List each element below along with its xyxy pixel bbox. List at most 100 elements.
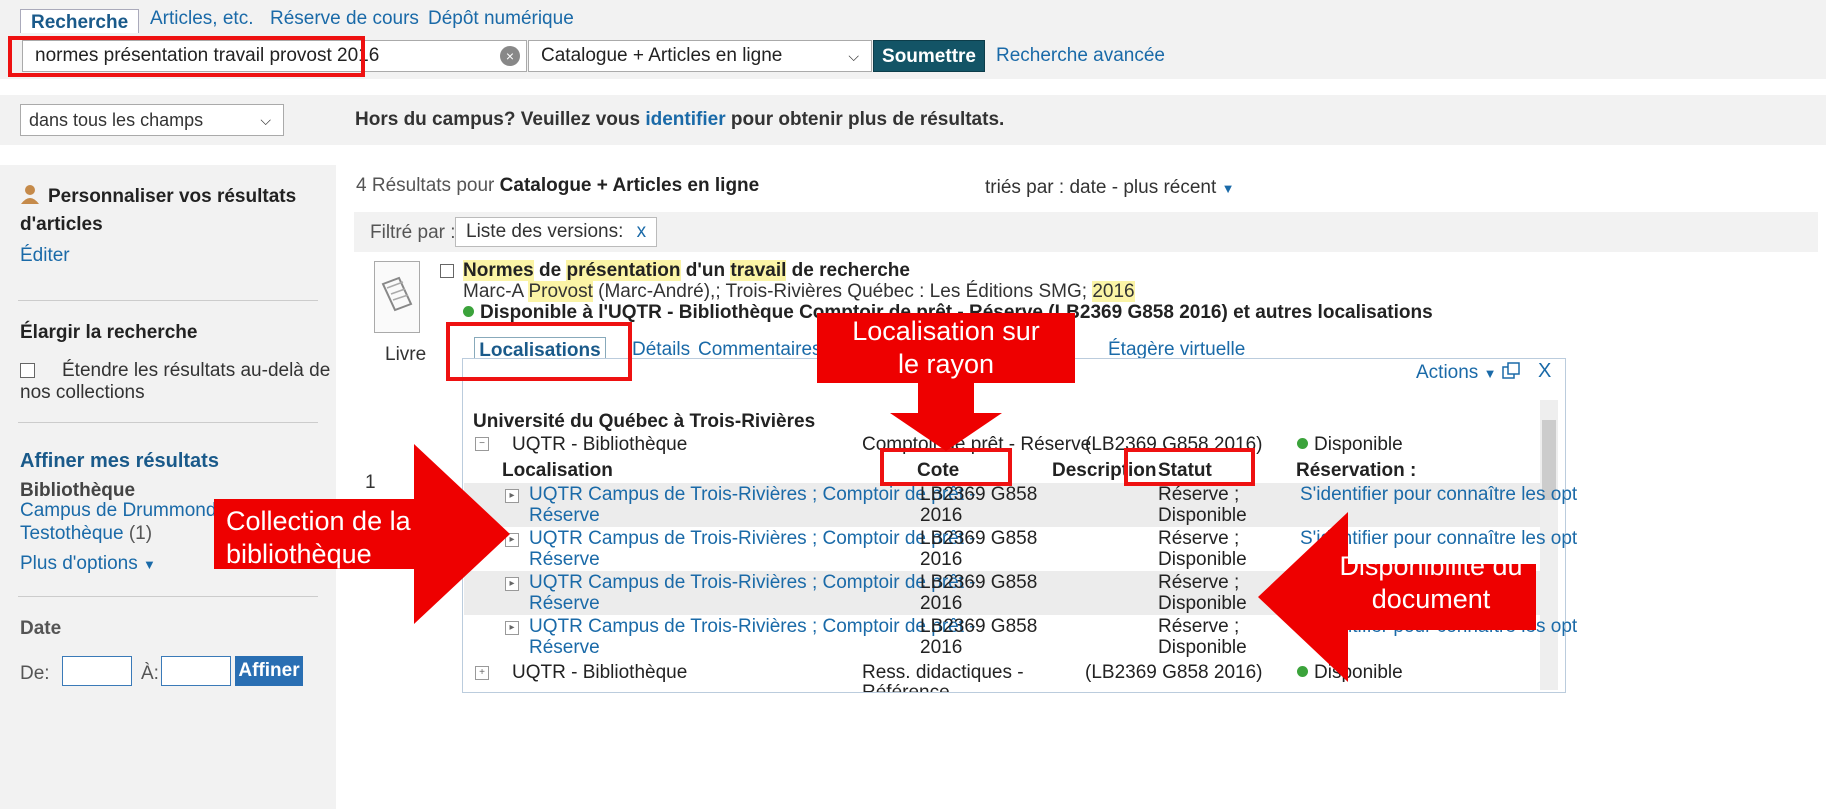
row1-location[interactable]: UQTR Campus de Trois-Rivières ; Comptoir… xyxy=(529,484,976,505)
refine-button[interactable]: Affiner xyxy=(235,656,303,686)
title-part: de recherche xyxy=(786,260,910,281)
result-count-number: 4 xyxy=(356,175,367,196)
date-from-label: De: xyxy=(20,663,50,684)
author-part: Marc-A xyxy=(463,281,529,302)
edit-link[interactable]: Éditer xyxy=(20,245,70,267)
refine-title: Affiner mes résultats xyxy=(20,450,219,472)
result-count-label: Résultats pour xyxy=(366,175,500,196)
submit-button[interactable]: Soumettre xyxy=(873,40,985,72)
actions-menu[interactable]: Actions ▼ xyxy=(1416,362,1496,384)
chevron-down-icon: ▼ xyxy=(142,557,156,572)
row2-cote: LB2369 G858 xyxy=(920,528,1038,549)
group1-status: Disponible xyxy=(1297,434,1403,455)
divider xyxy=(18,422,318,423)
row3-status: Réserve ; xyxy=(1158,572,1240,593)
date-from-input[interactable] xyxy=(62,656,132,686)
group1-status-text: Disponible xyxy=(1314,434,1403,455)
clear-search-icon[interactable]: × xyxy=(500,46,520,66)
actions-label: Actions xyxy=(1416,362,1479,383)
row3-cote: LB2369 G858 xyxy=(920,572,1038,593)
row2-location-2[interactable]: Réserve xyxy=(529,549,600,570)
personalize-title-2: d'articles xyxy=(20,214,103,235)
row4-cote: LB2369 G858 xyxy=(920,616,1038,637)
personalize-title: Personnaliser vos résultats xyxy=(48,186,297,207)
result-title[interactable]: Normes de présentation d'un travail de r… xyxy=(463,260,910,282)
tab-reserve-cours[interactable]: Réserve de cours xyxy=(270,8,419,30)
sort-label: triés par : date - plus récent xyxy=(985,177,1217,198)
row1-location-2[interactable]: Réserve xyxy=(529,505,600,526)
result-checkbox[interactable] xyxy=(440,264,454,278)
scope-select[interactable]: Catalogue + Articles en ligne ⌵ xyxy=(528,40,872,72)
chevron-down-icon: ▼ xyxy=(1483,366,1497,381)
date-to-input[interactable] xyxy=(161,656,231,686)
tab-depot-numerique[interactable]: Dépôt numérique xyxy=(428,8,574,30)
sort-dropdown[interactable]: triés par : date - plus récent ▼ xyxy=(985,177,1234,199)
date-to-label: À: xyxy=(141,663,159,684)
advanced-search-link[interactable]: Recherche avancée xyxy=(996,45,1165,67)
shelf-location-callout: Localisation sur le rayon xyxy=(817,313,1075,383)
group1-library: UQTR - Bibliothèque xyxy=(512,434,688,455)
row1-status: Réserve ; xyxy=(1158,484,1240,505)
facet-count: (1) xyxy=(128,523,153,544)
row3-location-2[interactable]: Réserve xyxy=(529,593,600,614)
row2-cote-2: 2016 xyxy=(920,549,963,570)
filtered-by-label: Filtré par : xyxy=(370,222,456,243)
more-options-link[interactable]: Plus d'options ▼ xyxy=(20,553,156,575)
extend-results-checkbox[interactable] xyxy=(20,363,35,378)
field-scope-select[interactable]: dans tous les champs ⌵ xyxy=(20,104,284,136)
result-author: Marc-A Provost (Marc-André),; Trois-Rivi… xyxy=(463,281,1135,303)
row3-cote-2: 2016 xyxy=(920,593,963,614)
remove-filter-icon[interactable]: x xyxy=(637,221,647,242)
extend-label-2: nos collections xyxy=(20,382,145,403)
chevron-down-icon: ▼ xyxy=(1221,181,1235,196)
callout-text: Localisation sur xyxy=(852,316,1040,346)
header-reservation: Réservation : xyxy=(1296,460,1417,481)
callout-text: Collection de la xyxy=(226,506,411,536)
title-part: de xyxy=(533,260,567,281)
facet-label: Testothèque xyxy=(20,523,124,544)
row3-location[interactable]: UQTR Campus de Trois-Rivières ; Comptoir… xyxy=(529,572,976,593)
extend-label-1: Étendre les résultats au-delà de xyxy=(62,360,331,381)
row1-reservation-link[interactable]: S'identifier pour connaître les opt xyxy=(1300,484,1577,505)
row4-location[interactable]: UQTR Campus de Trois-Rivières ; Comptoir… xyxy=(529,616,976,637)
facet-drummondville[interactable]: Campus de Drummondvi xyxy=(20,500,230,522)
title-part: travail xyxy=(730,260,787,281)
group2-location: Ress. didactiques - xyxy=(862,662,1024,683)
row2-status-2: Disponible xyxy=(1158,549,1247,570)
tab-recherche[interactable]: Recherche xyxy=(20,9,140,35)
tab-articles[interactable]: Articles, etc. xyxy=(150,8,253,30)
popout-icon[interactable] xyxy=(1502,362,1520,380)
row3-status-2: Disponible xyxy=(1158,593,1247,614)
field-scope-value: dans tous les champs xyxy=(29,110,204,130)
localisations-highlight-box xyxy=(446,322,632,381)
broaden-title: Élargir la recherche xyxy=(20,322,198,343)
facet-testotheque[interactable]: Testothèque (1) xyxy=(20,523,152,545)
header-localisation: Localisation xyxy=(502,460,613,481)
row1-cote: LB2369 G858 xyxy=(920,484,1038,505)
identify-link[interactable]: identifier xyxy=(645,109,725,130)
title-part: d'un xyxy=(680,260,731,281)
close-panel-icon[interactable]: X xyxy=(1538,360,1551,383)
date-heading: Date xyxy=(20,618,62,639)
available-dot-icon xyxy=(1297,438,1308,449)
offcampus-notice: Hors du campus? Veuillez vous identifier… xyxy=(355,109,1004,131)
statut-highlight-box xyxy=(1124,448,1255,486)
row4-status-2: Disponible xyxy=(1158,637,1247,658)
row2-status: Réserve ; xyxy=(1158,528,1240,549)
book-icon[interactable] xyxy=(374,261,420,333)
chevron-down-icon: ⌵ xyxy=(848,48,859,64)
institution-name: Université du Québec à Trois-Rivières xyxy=(473,411,816,432)
collection-callout: Collection de la bibliothèque xyxy=(226,505,411,571)
more-options-label: Plus d'options xyxy=(20,553,138,574)
expand-group-icon[interactable]: + xyxy=(475,666,489,680)
row4-location-2[interactable]: Réserve xyxy=(529,637,600,658)
result-count: 4 Résultats pour Catalogue + Articles en… xyxy=(356,175,759,197)
library-heading: Bibliothèque xyxy=(20,480,136,501)
scope-select-value: Catalogue + Articles en ligne xyxy=(541,45,783,66)
callout-text: document xyxy=(1371,584,1491,614)
offcampus-suffix: pour obtenir plus de résultats. xyxy=(725,109,1005,130)
group2-library: UQTR - Bibliothèque xyxy=(512,662,688,683)
callout-text: bibliothèque xyxy=(226,539,372,569)
row2-location[interactable]: UQTR Campus de Trois-Rivières ; Comptoir… xyxy=(529,528,976,549)
callout-text: Disponibilité du xyxy=(1339,551,1523,581)
